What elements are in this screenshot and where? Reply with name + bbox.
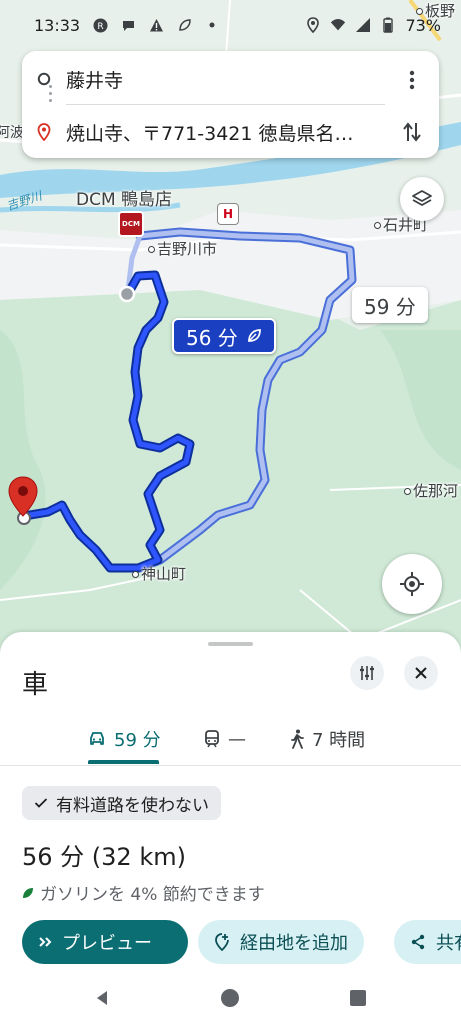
primary-route-time: 56 分 xyxy=(186,325,238,350)
signal-icon xyxy=(355,17,371,33)
avoid-tolls-chip[interactable]: 有料道路を使わない xyxy=(22,786,221,820)
fuel-savings-text: ガソリンを 4% 節約できます xyxy=(40,885,265,905)
add-location-icon xyxy=(215,933,229,951)
wifi-icon xyxy=(330,17,346,33)
origin-field[interactable]: 藤井寺 xyxy=(66,66,123,93)
swap-route-button[interactable] xyxy=(397,117,427,147)
leaf-icon xyxy=(176,17,192,33)
destination-pin-small-icon xyxy=(37,123,51,141)
double-chevron-icon xyxy=(39,937,52,947)
add-stop-button[interactable]: 経由地を追加 xyxy=(198,920,364,964)
back-button[interactable] xyxy=(90,986,114,1010)
primary-route-chip[interactable]: 56 分 xyxy=(172,318,276,354)
route-summary: 56 分 (32 km) xyxy=(22,843,186,871)
city-dot-icon xyxy=(148,246,155,253)
yoshinogawa-city-text: 吉野川市 xyxy=(157,240,218,258)
kamiyama-text: 神山町 xyxy=(141,565,187,583)
travel-mode-tabs: 59 分 — 7 時間 xyxy=(0,712,461,766)
recents-square-icon xyxy=(350,990,366,1006)
share-button[interactable]: 共有 xyxy=(394,920,461,964)
location-icon xyxy=(305,17,321,33)
battery-icon xyxy=(380,17,396,33)
town-dot-icon xyxy=(132,571,139,578)
preview-button[interactable]: プレビュー xyxy=(22,920,188,964)
chat-icon xyxy=(120,17,136,33)
map-label-sanagochi: 佐那河 xyxy=(404,480,458,501)
map-label-kamiyama: 神山町 xyxy=(132,563,186,584)
dcm-logo: DCM xyxy=(122,220,140,228)
directions-sheet: 車 59 分 — 7 時間 有料道路を使わない 56 分 (32 km) ガソリ… xyxy=(0,632,461,1024)
share-icon xyxy=(411,934,425,950)
map-label-left-edge: 阿波 xyxy=(0,125,24,141)
more-notifications-icon xyxy=(204,17,220,33)
alt-route-time: 59 分 xyxy=(364,294,416,319)
add-stop-label: 経由地を追加 xyxy=(240,933,348,954)
travel-mode-title: 車 xyxy=(22,670,49,700)
my-location-button[interactable] xyxy=(382,554,442,614)
destination-row[interactable]: 焼山寺、〒771-3421 徳島県名… xyxy=(22,114,439,150)
avoid-tolls-label: 有料道路を使わない xyxy=(56,795,209,816)
more-vert-icon xyxy=(409,70,415,90)
search-divider xyxy=(66,104,385,105)
fuel-savings-note: ガソリンを 4% 節約できます xyxy=(22,880,265,905)
sanagochi-text: 佐那河 xyxy=(413,482,459,500)
action-buttons-row: プレビュー 経由地を追加 共有 xyxy=(0,920,461,964)
destination-field[interactable]: 焼山寺、〒771-3421 徳島県名… xyxy=(66,119,354,146)
origin-circle-icon xyxy=(37,72,51,86)
recents-button[interactable] xyxy=(346,986,370,1010)
tab-transit[interactable]: — xyxy=(204,712,246,766)
close-button[interactable] xyxy=(404,656,438,690)
car-icon xyxy=(90,732,104,745)
my-location-icon xyxy=(400,572,424,596)
town-dot-icon xyxy=(404,488,411,495)
system-nav-bar xyxy=(0,972,461,1024)
home-button[interactable] xyxy=(218,986,242,1010)
tab-drive[interactable]: 59 分 xyxy=(88,712,161,766)
route-connector-dots xyxy=(49,85,52,102)
warning-icon xyxy=(148,17,164,33)
check-icon xyxy=(34,798,48,808)
back-triangle-icon xyxy=(97,991,107,1005)
train-icon xyxy=(205,730,219,748)
map-label-dcm-store: DCM 鴨島店 xyxy=(76,190,173,210)
tune-icon xyxy=(360,666,374,680)
directions-search-card: 藤井寺 焼山寺、〒771-3421 徳島県名… xyxy=(22,51,439,158)
honda-logo: H xyxy=(222,207,234,221)
map-label-yoshinogawa-city: 吉野川市 xyxy=(148,238,217,259)
layers-button[interactable] xyxy=(400,177,444,221)
honda-pin[interactable]: H xyxy=(217,203,239,225)
eco-leaf-icon xyxy=(247,329,261,342)
walk-icon xyxy=(291,729,304,749)
share-label: 共有 xyxy=(436,933,461,954)
swap-vert-icon xyxy=(403,122,421,142)
tab-walk-label: 7 時間 xyxy=(312,730,366,751)
alt-route-chip[interactable]: 59 分 xyxy=(352,287,428,323)
more-options-button[interactable] xyxy=(397,65,427,95)
eco-leaf-icon xyxy=(23,887,33,898)
notification-icon: R xyxy=(92,17,108,33)
origin-row[interactable]: 藤井寺 xyxy=(22,61,439,97)
svg-text:R: R xyxy=(97,22,103,32)
dcm-store-pin[interactable]: DCM xyxy=(118,211,144,237)
drag-handle[interactable] xyxy=(208,642,253,646)
status-bar: 13:33 R 73% xyxy=(0,0,461,50)
tab-transit-label: — xyxy=(228,728,246,750)
tab-drive-label: 59 分 xyxy=(114,730,161,751)
destination-pin-icon[interactable] xyxy=(7,476,39,518)
town-dot-icon xyxy=(374,222,381,229)
home-circle-icon xyxy=(221,989,239,1007)
route-options-button[interactable] xyxy=(350,656,384,690)
close-icon xyxy=(415,667,427,679)
preview-label: プレビュー xyxy=(62,933,152,954)
tab-walk[interactable]: 7 時間 xyxy=(290,712,365,766)
layers-icon xyxy=(412,190,432,206)
battery-percent: 73% xyxy=(405,15,441,35)
status-time: 13:33 xyxy=(34,15,81,35)
active-tab-indicator xyxy=(88,760,159,764)
